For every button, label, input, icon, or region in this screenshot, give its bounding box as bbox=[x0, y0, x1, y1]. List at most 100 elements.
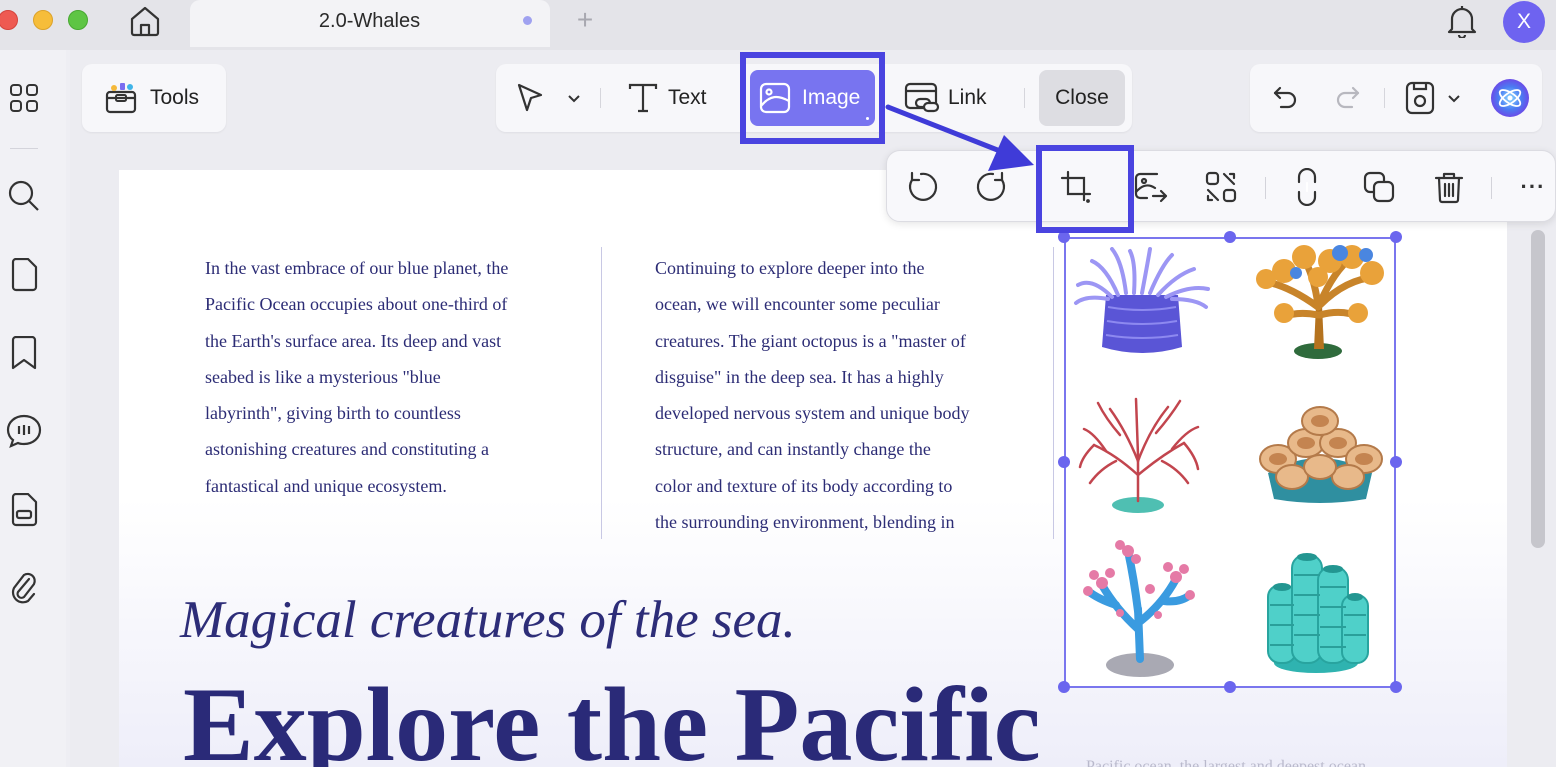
text-line: structure, and can instantly change the bbox=[655, 439, 931, 460]
resize-handle-bottom[interactable] bbox=[1224, 681, 1236, 693]
save-options-button[interactable] bbox=[1442, 78, 1466, 118]
red-sea-fan-illustration bbox=[1078, 397, 1200, 513]
thumbnails-button[interactable] bbox=[4, 78, 44, 118]
faint-body-text: Pacific ocean, the largest and deepest o… bbox=[1086, 758, 1367, 767]
text-tool-label: Text bbox=[668, 86, 707, 109]
vertical-scrollbar[interactable] bbox=[1531, 230, 1545, 548]
link-image-button[interactable] bbox=[1287, 167, 1327, 207]
cup-coral-illustration bbox=[1259, 406, 1383, 503]
minimize-window-button[interactable] bbox=[33, 10, 53, 30]
extract-image-icon bbox=[1134, 172, 1168, 203]
new-tab-button[interactable]: + bbox=[568, 2, 602, 38]
notifications-button[interactable] bbox=[1444, 2, 1480, 40]
trash-icon bbox=[1434, 172, 1464, 204]
crop-button-highlight bbox=[1036, 145, 1134, 233]
delete-button[interactable] bbox=[1429, 167, 1469, 207]
comment-icon bbox=[6, 414, 42, 448]
paperclip-icon bbox=[11, 572, 36, 604]
duplicate-button[interactable] bbox=[1359, 167, 1399, 207]
chain-link-icon bbox=[1297, 168, 1317, 206]
tools-label: Tools bbox=[150, 86, 200, 109]
bookmarks-button[interactable] bbox=[4, 333, 44, 373]
text-line: Pacific Ocean occupies about one-third o… bbox=[205, 294, 508, 315]
forms-button[interactable] bbox=[4, 490, 44, 530]
redo-icon bbox=[1336, 86, 1360, 109]
ai-assistant-icon bbox=[1491, 79, 1529, 117]
sidebar-divider bbox=[10, 148, 38, 149]
text-line: color and texture of its body according … bbox=[655, 475, 953, 496]
toolbar-divider bbox=[1384, 88, 1385, 108]
text-line: fantastical and unique ecosystem. bbox=[205, 475, 447, 496]
image-tool-highlight bbox=[740, 52, 885, 144]
attachments-button[interactable] bbox=[4, 568, 44, 608]
cursor-icon bbox=[517, 83, 543, 112]
text-column-left[interactable]: In the vast embrace of our blue planet, … bbox=[205, 250, 508, 504]
zoom-window-button[interactable] bbox=[68, 10, 88, 30]
search-icon bbox=[8, 180, 39, 211]
close-window-button[interactable] bbox=[0, 10, 18, 30]
avatar[interactable]: X bbox=[1503, 1, 1545, 43]
save-icon bbox=[1405, 81, 1435, 115]
replace-image-button[interactable] bbox=[1201, 167, 1241, 207]
resize-handle-left[interactable] bbox=[1058, 456, 1070, 468]
resize-handle-top[interactable] bbox=[1224, 231, 1236, 243]
toolbar-divider bbox=[1491, 177, 1492, 199]
undo-button[interactable] bbox=[1265, 78, 1305, 118]
more-options-button[interactable]: ··· bbox=[1513, 167, 1553, 207]
text-line: labyrinth", giving birth to countless bbox=[205, 403, 461, 424]
text-line: ocean, we will encounter some peculiar bbox=[655, 294, 940, 315]
unsaved-dot-icon bbox=[523, 16, 532, 25]
history-toolbar bbox=[1250, 64, 1542, 132]
resize-handle-right[interactable] bbox=[1390, 456, 1402, 468]
sea-anemone-illustration bbox=[1074, 247, 1210, 353]
title-bar: 2.0-Whales + X bbox=[0, 0, 1556, 50]
comments-button[interactable] bbox=[4, 411, 44, 451]
close-edit-button[interactable]: Close bbox=[1039, 70, 1125, 126]
text-column-right[interactable]: Continuing to explore deeper into the oc… bbox=[655, 250, 969, 540]
resize-handle-bottom-left[interactable] bbox=[1058, 681, 1070, 693]
text-line: the Earth's surface area. Its deep and v… bbox=[205, 330, 502, 351]
page-icon bbox=[11, 258, 38, 292]
resize-handle-bottom-right[interactable] bbox=[1390, 681, 1402, 693]
text-icon bbox=[628, 83, 658, 113]
select-tool-button[interactable] bbox=[514, 64, 582, 132]
form-icon bbox=[11, 493, 38, 527]
text-line: Continuing to explore deeper into the bbox=[655, 258, 925, 278]
chevron-down-icon bbox=[568, 95, 580, 103]
pink-blue-coral-illustration bbox=[1083, 540, 1195, 677]
text-line: the surrounding environment, blending in bbox=[655, 512, 955, 533]
text-line: developed nervous system and unique body bbox=[655, 403, 970, 424]
toolbox-icon bbox=[105, 83, 137, 114]
home-icon bbox=[130, 6, 160, 37]
document-subtitle[interactable]: Magical creatures of the sea. bbox=[180, 590, 796, 650]
pages-button[interactable] bbox=[4, 255, 44, 295]
chevron-down-icon bbox=[1448, 95, 1460, 103]
text-line: seabed is like a mysterious "blue bbox=[205, 366, 441, 387]
text-tool-button[interactable]: Text bbox=[626, 64, 707, 132]
redo-button[interactable] bbox=[1328, 78, 1368, 118]
grid-icon bbox=[10, 84, 38, 112]
text-line: creatures. The giant octopus is a "maste… bbox=[655, 330, 966, 351]
bookmark-icon bbox=[11, 336, 37, 370]
toolbar-divider bbox=[1265, 177, 1266, 199]
extract-image-button[interactable] bbox=[1131, 167, 1171, 207]
annotation-arrow bbox=[885, 104, 1034, 171]
text-line: disguise" in the deep sea. It has a high… bbox=[655, 366, 944, 387]
undo-icon bbox=[1273, 86, 1297, 109]
document-tab[interactable]: 2.0-Whales bbox=[190, 0, 550, 47]
duplicate-icon bbox=[1363, 171, 1395, 203]
text-line: astonishing creatures and constituting a bbox=[205, 439, 489, 460]
document-headline[interactable]: Explore the Pacific bbox=[183, 670, 1041, 767]
column-divider bbox=[601, 247, 602, 539]
save-button[interactable] bbox=[1400, 78, 1440, 118]
tools-button[interactable]: Tools bbox=[82, 64, 226, 132]
ai-assistant-button[interactable] bbox=[1490, 78, 1530, 118]
text-line: In the vast embrace of our blue planet, … bbox=[205, 258, 509, 278]
orange-coral-illustration bbox=[1256, 245, 1384, 359]
resize-handle-top-right[interactable] bbox=[1390, 231, 1402, 243]
replace-image-icon bbox=[1205, 171, 1237, 203]
home-button[interactable] bbox=[126, 2, 164, 40]
bell-icon bbox=[1447, 6, 1477, 38]
search-button[interactable] bbox=[4, 176, 44, 216]
selected-image[interactable] bbox=[1064, 237, 1396, 688]
